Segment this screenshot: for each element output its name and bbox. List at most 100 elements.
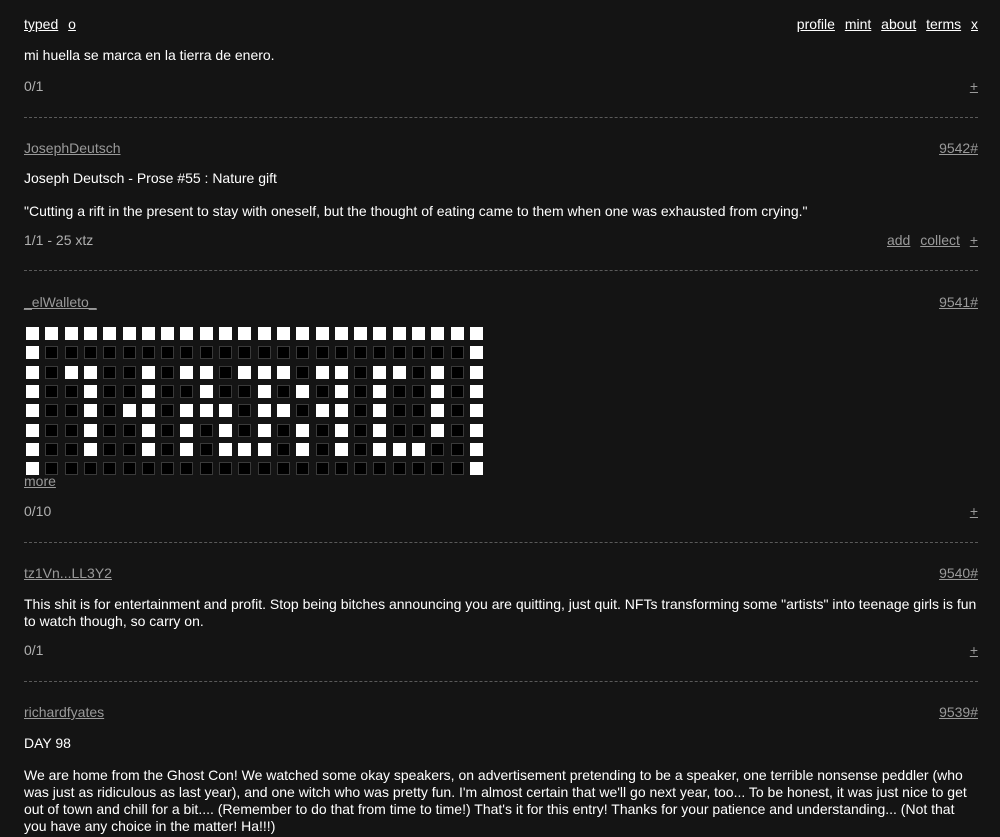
grid-cell <box>84 424 97 437</box>
grid-cell <box>354 404 367 417</box>
grid-cell <box>123 443 136 456</box>
grid-cell <box>45 404 58 417</box>
grid-cell <box>373 366 386 379</box>
grid-cell <box>142 366 155 379</box>
author-link[interactable]: _elWalleto_ <box>24 294 97 310</box>
post-text: We are home from the Ghost Con! We watch… <box>24 767 967 834</box>
grid-cell <box>200 366 213 379</box>
grid-cell <box>26 443 39 456</box>
grid-cell <box>316 366 329 379</box>
grid-cell <box>335 443 348 456</box>
expand-plus-button[interactable]: + <box>970 503 978 519</box>
nav-o-link[interactable]: o <box>68 16 76 32</box>
grid-cell <box>277 404 290 417</box>
expand-plus-button[interactable]: + <box>970 232 978 248</box>
nav-terms-link[interactable]: terms <box>926 16 961 32</box>
post-number-link[interactable]: 9542# <box>939 140 978 156</box>
grid-cell <box>451 366 464 379</box>
grid-cell <box>65 404 78 417</box>
grid-cell <box>354 327 367 340</box>
grid-cell <box>354 424 367 437</box>
grid-cell <box>335 385 348 398</box>
grid-cell <box>354 385 367 398</box>
grid-cell <box>470 443 483 456</box>
grid-cell <box>296 327 309 340</box>
expand-plus-button[interactable]: + <box>970 642 978 658</box>
grid-cell <box>373 404 386 417</box>
grid-cell <box>335 424 348 437</box>
grid-cell <box>219 366 232 379</box>
grid-cell <box>412 424 425 437</box>
grid-cell <box>200 385 213 398</box>
post-number-link[interactable]: 9541# <box>939 294 978 310</box>
grid-cell <box>45 424 58 437</box>
grid-cell <box>238 327 251 340</box>
grid-cell <box>142 346 155 359</box>
grid-cell <box>335 346 348 359</box>
grid-cell <box>470 366 483 379</box>
edition-count: 0/10 <box>24 503 52 519</box>
grid-cell <box>258 346 271 359</box>
grid-cell <box>335 366 348 379</box>
grid-cell <box>296 443 309 456</box>
grid-cell <box>219 327 232 340</box>
grid-cell <box>451 424 464 437</box>
grid-cell <box>219 346 232 359</box>
nav-profile-link[interactable]: profile <box>797 16 835 32</box>
grid-cell <box>277 443 290 456</box>
grid-cell <box>412 443 425 456</box>
grid-cell <box>142 404 155 417</box>
nav-mint-link[interactable]: mint <box>845 16 871 32</box>
nav-about-link[interactable]: about <box>881 16 916 32</box>
author-link[interactable]: tz1Vn...LL3Y2 <box>24 565 112 581</box>
grid-cell <box>161 366 174 379</box>
grid-cell <box>470 404 483 417</box>
grid-cell <box>180 346 193 359</box>
grid-cell <box>219 385 232 398</box>
grid-cell <box>123 366 136 379</box>
more-link[interactable]: more <box>24 473 56 489</box>
grid-cell <box>65 385 78 398</box>
grid-cell <box>316 346 329 359</box>
post-header: richardfyates 9539# <box>24 704 978 720</box>
grid-cell <box>238 404 251 417</box>
post-text: mi huella se marca en la tierra de enero… <box>24 47 275 63</box>
grid-cell <box>238 385 251 398</box>
collect-button[interactable]: collect <box>920 232 960 248</box>
post-header: JosephDeutsch 9542# <box>24 140 978 156</box>
grid-cell <box>258 385 271 398</box>
nav-x-link[interactable]: x <box>971 16 978 32</box>
author-link[interactable]: richardfyates <box>24 704 104 720</box>
grid-cell <box>258 366 271 379</box>
grid-cell <box>393 366 406 379</box>
grid-cell <box>84 404 97 417</box>
edition-count: 0/1 <box>24 78 44 94</box>
divider <box>24 117 978 118</box>
grid-cell <box>142 385 155 398</box>
expand-plus-button[interactable]: + <box>970 78 978 94</box>
add-button[interactable]: add <box>887 232 910 248</box>
grid-cell <box>470 385 483 398</box>
grid-cell <box>65 327 78 340</box>
grid-cell <box>65 346 78 359</box>
grid-cell <box>258 327 271 340</box>
post-number-link[interactable]: 9539# <box>939 704 978 720</box>
grid-cell <box>470 327 483 340</box>
grid-cell <box>103 327 116 340</box>
nav-typed-link[interactable]: typed <box>24 16 58 32</box>
grid-cell <box>451 346 464 359</box>
grid-cell <box>296 424 309 437</box>
grid-cell <box>258 424 271 437</box>
author-link[interactable]: JosephDeutsch <box>24 140 121 156</box>
grid-cell <box>354 346 367 359</box>
grid-cell <box>200 404 213 417</box>
grid-cell <box>200 424 213 437</box>
more-row: more <box>24 473 978 489</box>
grid-cell <box>470 346 483 359</box>
grid-cell <box>296 346 309 359</box>
grid-cell <box>65 424 78 437</box>
grid-cell <box>123 424 136 437</box>
grid-cell <box>316 443 329 456</box>
grid-cell <box>316 327 329 340</box>
post-number-link[interactable]: 9540# <box>939 565 978 581</box>
